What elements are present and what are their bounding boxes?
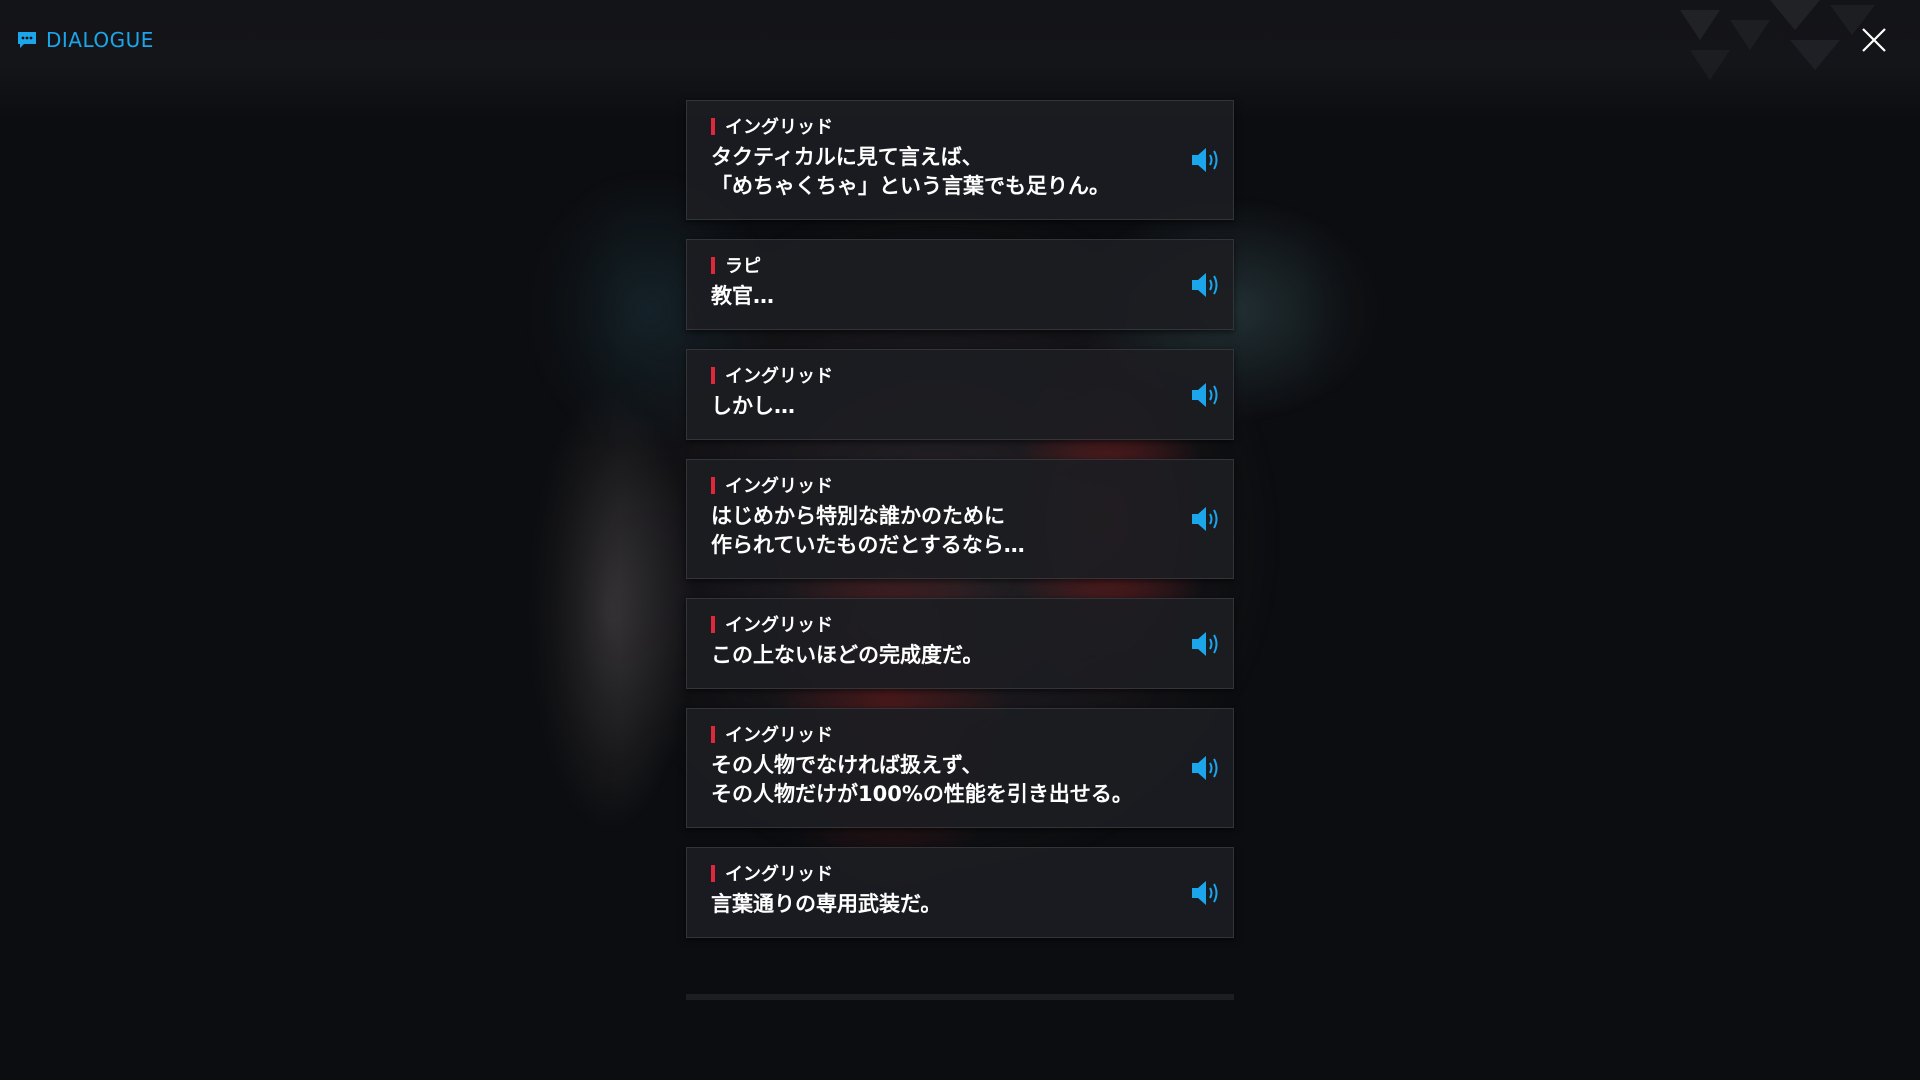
speaker-marker <box>711 117 715 135</box>
dialogue-line: しかし… <box>711 394 795 418</box>
speaker-row: イングリッド <box>711 723 1163 746</box>
speaker-volume-icon[interactable] <box>1189 380 1223 410</box>
dialogue-entry: イングリッド この上ないほどの完成度だ。 <box>686 598 1234 689</box>
speaker-name: イングリッド <box>725 864 833 885</box>
speaker-volume-icon[interactable] <box>1189 629 1223 659</box>
speaker-marker <box>711 366 715 384</box>
speaker-volume-icon[interactable] <box>1189 145 1223 175</box>
corner-decoration <box>1680 0 1875 80</box>
speaker-row: イングリッド <box>711 613 1163 636</box>
speaker-name: イングリッド <box>725 366 833 387</box>
speaker-volume-icon[interactable] <box>1189 270 1223 300</box>
dialogue-line: 「めちゃくちゃ」という言葉でも足りん。 <box>711 174 1110 198</box>
dialogue-log-screen: DIALOGUE イングリッド タクティカルに見て言えば、 「めちゃくちゃ」とい… <box>0 0 1920 1080</box>
dialogue-entry: イングリッド その人物でなければ扱えず、 その人物だけが100%の性能を引き出せ… <box>686 708 1234 828</box>
speaker-name: ラピ <box>725 256 761 277</box>
speaker-row: イングリッド <box>711 862 1163 885</box>
speaker-name: イングリッド <box>725 615 833 636</box>
speaker-name: イングリッド <box>725 117 833 138</box>
speaker-marker <box>711 615 715 633</box>
close-icon[interactable] <box>1860 26 1888 54</box>
speaker-row: イングリッド <box>711 364 1163 387</box>
speaker-marker <box>711 725 715 743</box>
speaker-row: イングリッド <box>711 115 1163 138</box>
next-entry-edge <box>686 994 1234 1000</box>
dialogue-entry: イングリッド 言葉通りの専用武装だ。 <box>686 847 1234 938</box>
dialogue-list[interactable]: イングリッド タクティカルに見て言えば、 「めちゃくちゃ」という言葉でも足りん。… <box>686 100 1234 957</box>
speaker-row: ラピ <box>711 254 1163 277</box>
speaker-marker <box>711 256 715 274</box>
dialogue-line: はじめから特別な誰かのために <box>711 504 1005 528</box>
dialogue-line: 作られていたものだとするなら… <box>711 533 1025 557</box>
dialogue-line: 教官… <box>711 284 774 308</box>
dialogue-line: その人物だけが100%の性能を引き出せる。 <box>711 782 1133 806</box>
dialogue-entry: イングリッド しかし… <box>686 349 1234 440</box>
dialogue-line: 言葉通りの専用武装だ。 <box>711 892 942 916</box>
dialogue-line: タクティカルに見て言えば、 <box>711 145 983 169</box>
dialogue-line: その人物でなければ扱えず、 <box>711 753 983 777</box>
chat-bubble-icon <box>18 32 36 48</box>
speaker-marker <box>711 864 715 882</box>
speaker-volume-icon[interactable] <box>1189 878 1223 908</box>
page-title: DIALOGUE <box>46 28 154 52</box>
speaker-name: イングリッド <box>725 476 833 497</box>
speaker-volume-icon[interactable] <box>1189 753 1223 783</box>
speaker-row: イングリッド <box>711 474 1163 497</box>
dialogue-entry: イングリッド はじめから特別な誰かのために 作られていたものだとするなら… <box>686 459 1234 579</box>
speaker-marker <box>711 476 715 494</box>
dialogue-line: この上ないほどの完成度だ。 <box>711 643 984 667</box>
header-title-group: DIALOGUE <box>16 28 154 52</box>
speaker-volume-icon[interactable] <box>1189 504 1223 534</box>
dialogue-entry: イングリッド タクティカルに見て言えば、 「めちゃくちゃ」という言葉でも足りん。 <box>686 100 1234 220</box>
dialogue-entry: ラピ 教官… <box>686 239 1234 330</box>
speaker-name: イングリッド <box>725 725 833 746</box>
